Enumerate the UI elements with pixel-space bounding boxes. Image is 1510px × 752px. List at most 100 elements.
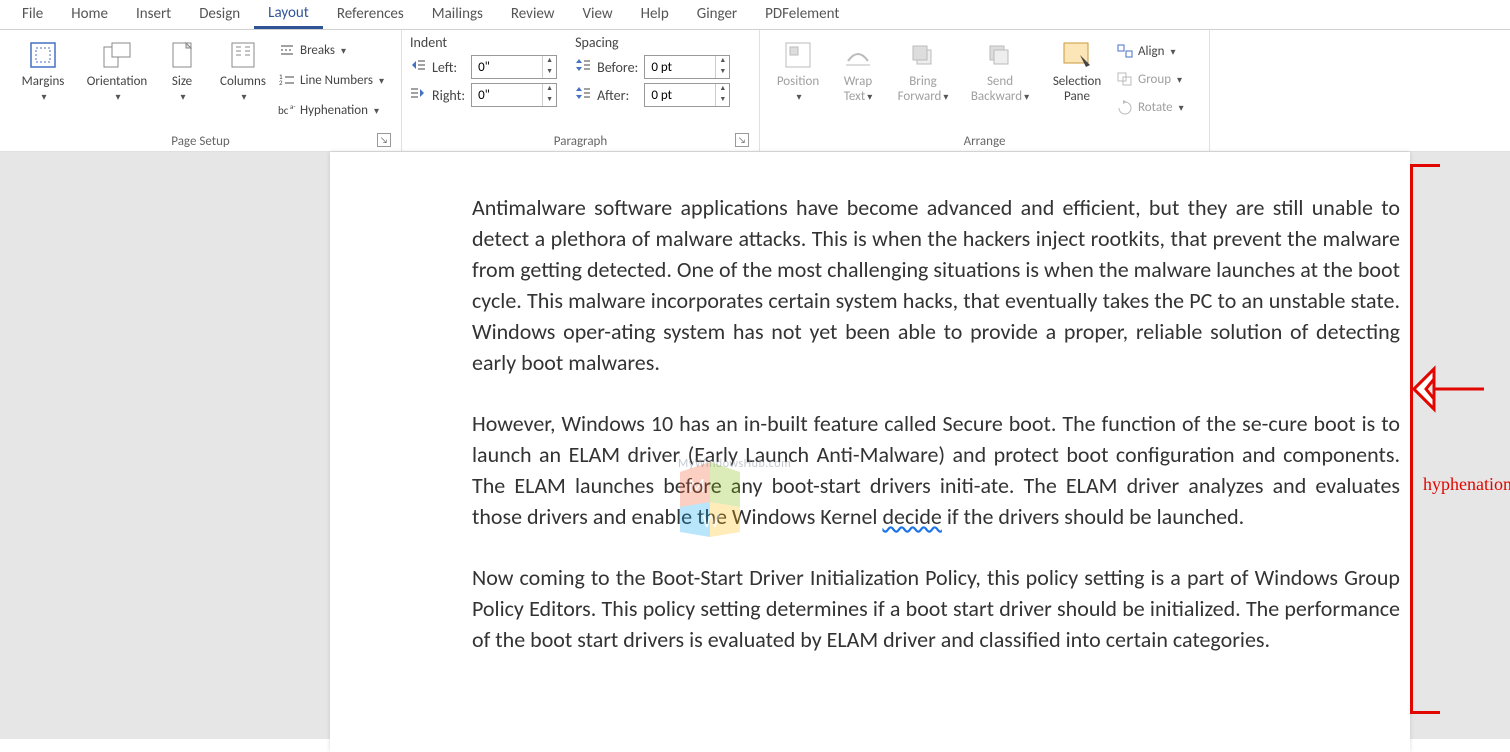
line-numbers-label: Line Numbers [300,73,373,88]
group-label-page-setup: Page Setup ↘ [8,130,393,149]
hyphenation-label: Hyphenation [300,103,368,118]
bring-forward-button: Bring Forward▾ [888,34,958,106]
position-button: Position▾ [768,34,828,106]
group-label-arrange: Arrange [768,130,1201,149]
tab-home[interactable]: Home [57,2,122,27]
align-label: Align [1138,44,1164,59]
orientation-button[interactable]: Orientation▾ [82,34,152,106]
orientation-icon [102,40,132,70]
spinner[interactable]: ▲▼ [542,84,556,106]
chevron-down-icon: ▾ [1177,73,1182,86]
spacing-before-value: 0 pt [645,60,715,75]
tab-pdfelement[interactable]: PDFelement [751,2,853,27]
spacing-after-input[interactable]: 0 pt▲▼ [644,83,730,107]
spacing-before-label: Before: [597,59,638,76]
paragraph-3[interactable]: Now coming to the Boot-Start Driver Init… [472,562,1400,655]
spacing-after-value: 0 pt [645,88,715,103]
spacing-header: Spacing [575,34,730,51]
hyphenation-button[interactable]: bca- Hyphenation ▾ [278,96,384,124]
breaks-button[interactable]: Breaks ▾ [278,36,384,64]
rotate-label: Rotate [1138,100,1173,115]
columns-button[interactable]: Columns▾ [212,34,274,106]
group-arrange: Position▾ Wrap Text▾ Bring Forward▾ Send… [760,30,1210,151]
tab-mailings[interactable]: Mailings [418,2,497,27]
tab-help[interactable]: Help [627,2,683,27]
spinner[interactable]: ▲▼ [715,56,729,78]
position-icon [783,40,813,70]
grammar-flag[interactable]: decide [882,503,941,530]
paragraph-2[interactable]: However, Windows 10 has an in-built feat… [472,408,1400,532]
ribbon: Margins▾ Orientation▾ Size▾ Columns▾ [0,30,1510,152]
group-page-setup: Margins▾ Orientation▾ Size▾ Columns▾ [0,30,402,151]
chevron-down-icon: ▾ [1179,101,1184,114]
chevron-down-icon: ▾ [796,90,801,103]
svg-text:a-: a- [290,102,296,111]
chevron-down-icon: ▾ [180,90,185,103]
chevron-down-icon: ▾ [943,90,948,103]
indent-left-icon [410,58,426,76]
spinner[interactable]: ▲▼ [542,56,556,78]
indent-left-input[interactable]: 0"▲▼ [471,55,557,79]
send-backward-icon [985,40,1015,70]
spacing-after-label: After: [597,87,638,104]
chevron-down-icon: ▾ [374,104,379,117]
tab-design[interactable]: Design [185,2,254,27]
line-numbers-button[interactable]: 12 Line Numbers ▾ [278,66,384,94]
spinner[interactable]: ▲▼ [715,84,729,106]
size-button[interactable]: Size▾ [156,34,208,106]
group-label-paragraph: Paragraph ↘ [410,130,751,149]
spacing-after-icon [575,86,591,104]
svg-text:2: 2 [279,78,283,87]
size-icon [167,40,197,70]
tab-layout[interactable]: Layout [254,1,323,29]
margins-icon [28,40,58,70]
indent-left-value: 0" [472,60,542,75]
page-setup-dialog-launcher[interactable]: ↘ [377,133,391,147]
tab-file[interactable]: File [8,2,57,27]
tab-references[interactable]: References [323,2,418,27]
hyphenation-icon: bca- [278,101,296,119]
wrap-text-button: Wrap Text▾ [832,34,884,106]
breaks-label: Breaks [300,43,335,58]
selection-pane-button[interactable]: Selection Pane [1042,34,1112,106]
bring-forward-icon [908,40,938,70]
margins-button[interactable]: Margins▾ [8,34,78,106]
breaks-icon [278,41,296,59]
line-numbers-icon: 12 [278,71,296,89]
group-button: Group▾ [1116,66,1184,92]
document-page[interactable]: Antimalware software applications have b… [330,152,1410,752]
indent-header: Indent [410,34,557,51]
paragraph-1[interactable]: Antimalware software applications have b… [472,192,1400,378]
chevron-down-icon: ▾ [341,44,346,57]
svg-text:bc: bc [278,104,289,117]
tab-view[interactable]: View [569,2,627,27]
chevron-down-icon: ▾ [867,90,872,103]
rotate-icon [1116,98,1134,116]
paragraph-dialog-launcher[interactable]: ↘ [735,133,749,147]
indent-right-label: Right: [432,87,465,104]
chevron-down-icon: ▾ [1024,90,1029,103]
tab-insert[interactable]: Insert [122,2,185,27]
ribbon-tabs: File Home Insert Design Layout Reference… [0,0,1510,30]
spacing-before-input[interactable]: 0 pt▲▼ [644,55,730,79]
selection-pane-icon [1062,40,1092,70]
chevron-down-icon: ▾ [1170,45,1175,58]
indent-right-icon [410,86,426,104]
chevron-down-icon: ▾ [379,74,384,87]
spacing-before-icon [575,58,591,76]
align-icon [1116,42,1134,60]
group-paragraph: Indent Left: 0"▲▼ Right: 0"▲▼ Spacing Be… [402,30,760,151]
indent-right-value: 0" [472,88,542,103]
tab-review[interactable]: Review [497,2,569,27]
indent-right-input[interactable]: 0"▲▼ [471,83,557,107]
chevron-down-icon: ▾ [241,90,246,103]
chevron-down-icon: ▾ [41,90,46,103]
align-button[interactable]: Align ▾ [1116,38,1184,64]
rotate-button: Rotate ▾ [1116,94,1184,120]
send-backward-button: Send Backward▾ [962,34,1038,106]
tab-ginger[interactable]: Ginger [683,2,751,27]
chevron-down-icon: ▾ [115,90,120,103]
group-icon [1116,70,1134,88]
indent-left-label: Left: [432,59,465,76]
wrap-text-icon [843,40,873,70]
